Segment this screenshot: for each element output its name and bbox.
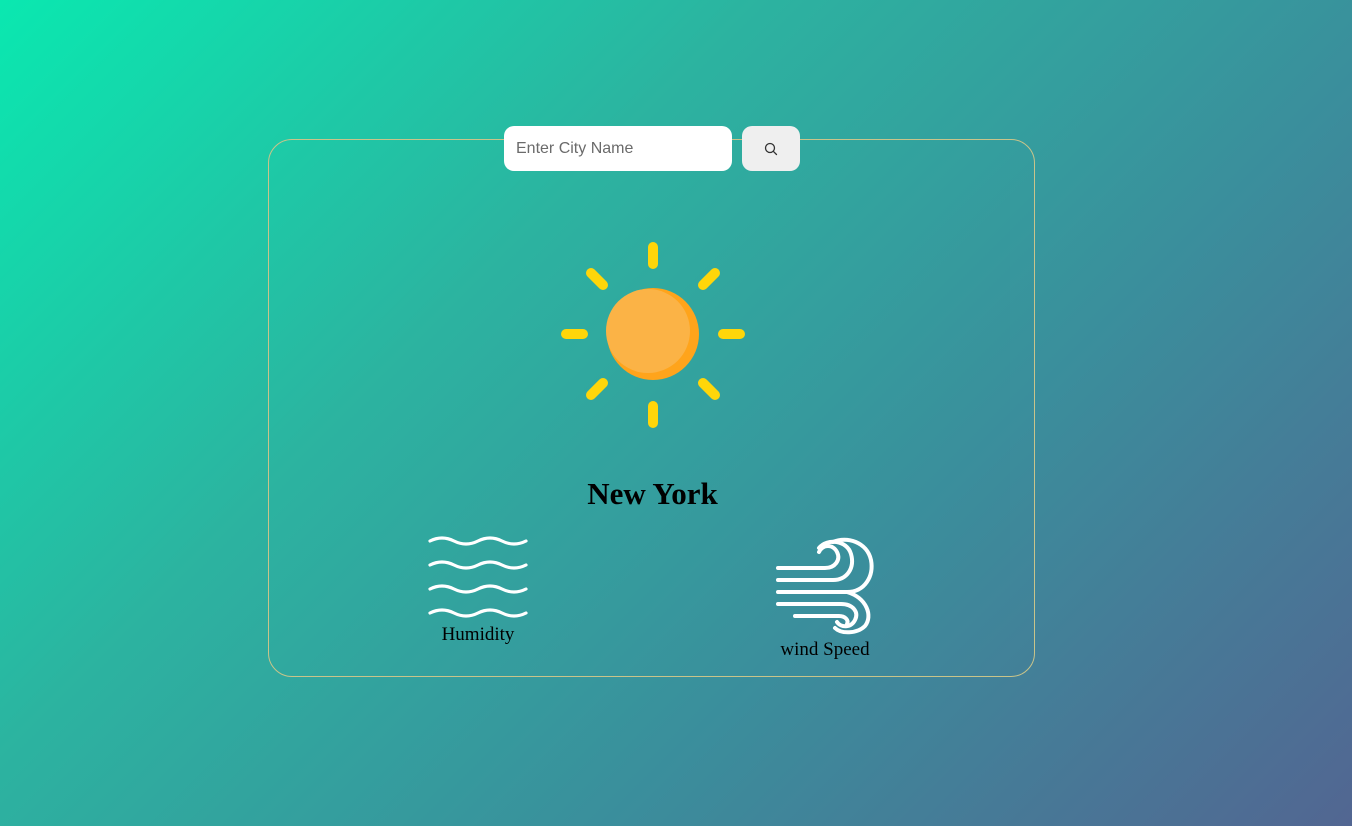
wind-icon <box>776 537 874 635</box>
sun-icon <box>561 242 745 428</box>
wind-section <box>775 536 876 635</box>
wind-speed-label: wind Speed <box>780 639 870 660</box>
city-search-input[interactable] <box>504 126 732 171</box>
search-button[interactable] <box>742 126 800 171</box>
search-icon <box>764 142 778 155</box>
humidity-label: Humidity <box>441 624 515 645</box>
humidity-waves-icon <box>428 536 528 618</box>
city-name: New York <box>587 476 718 511</box>
humidity-section <box>428 533 529 621</box>
weather-condition <box>556 237 750 431</box>
